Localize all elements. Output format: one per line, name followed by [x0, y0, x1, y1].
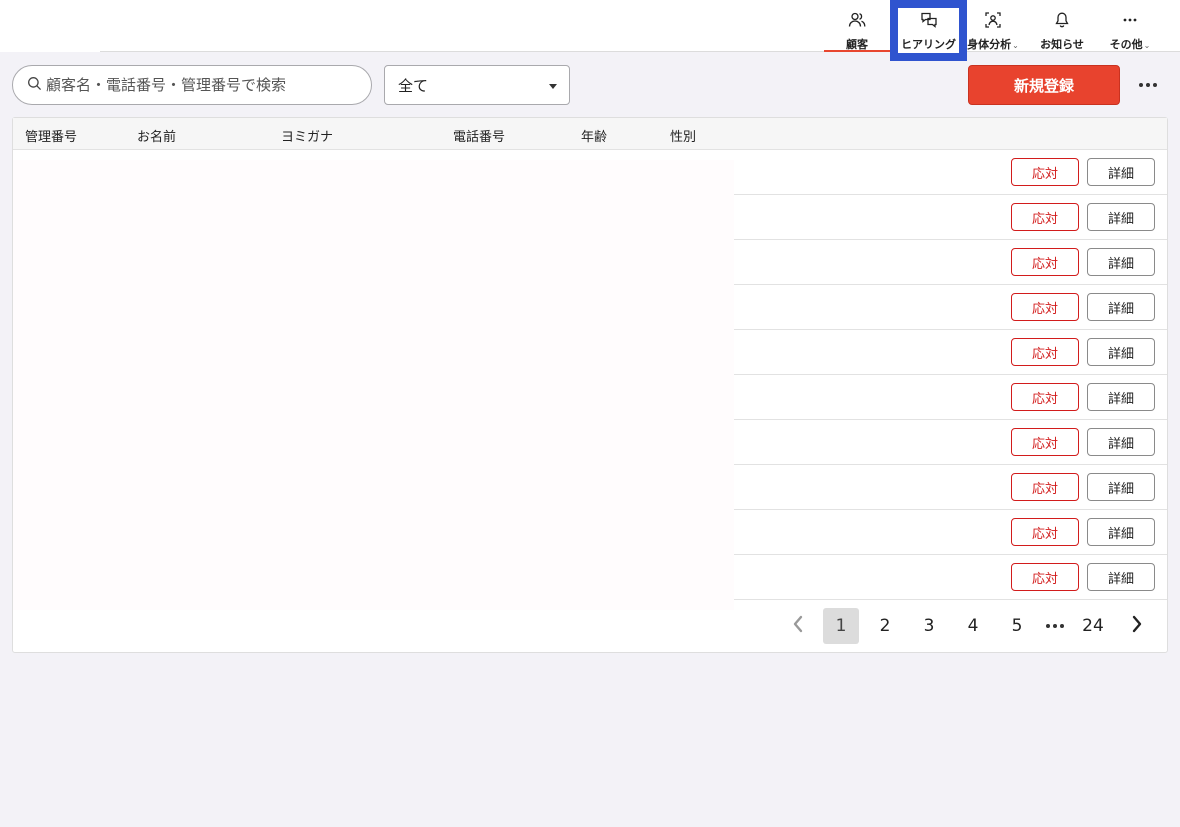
- search-icon: [27, 76, 42, 95]
- dot: [1060, 624, 1064, 628]
- hearing-chat-icon: [919, 10, 939, 34]
- nav-label-more-text: その他: [1109, 38, 1143, 51]
- page-button-5[interactable]: 5: [999, 608, 1035, 644]
- page-button-2[interactable]: 2: [867, 608, 903, 644]
- dot: [1146, 83, 1150, 87]
- respond-button[interactable]: 応対: [1011, 383, 1079, 411]
- chevron-left-icon: [792, 615, 804, 637]
- customer-table: 管理番号 お名前 ヨミガナ 電話番号 年齢 性別 応対 詳細 応対 詳細 応対 …: [12, 117, 1168, 653]
- detail-button[interactable]: 詳細: [1087, 383, 1155, 411]
- page-button-1[interactable]: 1: [823, 608, 859, 644]
- nav-item-body-analysis[interactable]: 身体分析⌄: [966, 0, 1020, 52]
- detail-button[interactable]: 詳細: [1087, 293, 1155, 321]
- column-header-name: お名前: [137, 130, 177, 145]
- nav-item-notices[interactable]: お知らせ: [1032, 0, 1092, 52]
- column-header-kana: ヨミガナ: [281, 130, 334, 145]
- filter-select[interactable]: 全て: [384, 65, 570, 105]
- nav-item-hearing[interactable]: ヒアリング: [890, 0, 967, 61]
- new-registration-button[interactable]: 新規登録: [968, 65, 1120, 105]
- more-options-icon[interactable]: [1136, 74, 1160, 96]
- nav-label-more: その他⌄: [1110, 36, 1151, 52]
- respond-button[interactable]: 応対: [1011, 248, 1079, 276]
- detail-button[interactable]: 詳細: [1087, 158, 1155, 186]
- dropdown-arrow-icon: [549, 84, 557, 89]
- detail-button[interactable]: 詳細: [1087, 338, 1155, 366]
- page-button-last[interactable]: 24: [1075, 608, 1111, 644]
- detail-button[interactable]: 詳細: [1087, 473, 1155, 501]
- page-button-4[interactable]: 4: [955, 608, 991, 644]
- chevron-right-icon: [1131, 615, 1143, 637]
- active-nav-underline: [824, 50, 890, 52]
- respond-button[interactable]: 応対: [1011, 338, 1079, 366]
- column-header-id: 管理番号: [25, 130, 78, 145]
- table-header: 管理番号 お名前 ヨミガナ 電話番号 年齢 性別: [13, 118, 1167, 150]
- column-header-phone: 電話番号: [453, 130, 506, 145]
- dot: [1046, 624, 1050, 628]
- logo-area: [0, 0, 100, 52]
- chevron-down-icon: ⌄: [1012, 41, 1019, 50]
- nav-item-more[interactable]: その他⌄: [1098, 0, 1162, 52]
- respond-button[interactable]: 応対: [1011, 293, 1079, 321]
- respond-button[interactable]: 応対: [1011, 203, 1079, 231]
- previous-page-button[interactable]: [786, 610, 810, 642]
- pagination-ellipsis: [1043, 608, 1067, 644]
- search-input[interactable]: [46, 76, 346, 94]
- respond-button[interactable]: 応対: [1011, 518, 1079, 546]
- top-navigation: 顧客 ヒアリング 身体分析⌄ お知らせ その他⌄: [0, 0, 1180, 61]
- nav-label-body-analysis: 身体分析⌄: [967, 36, 1019, 52]
- detail-button[interactable]: 詳細: [1087, 428, 1155, 456]
- dot: [1139, 83, 1143, 87]
- respond-button[interactable]: 応対: [1011, 158, 1079, 186]
- respond-button[interactable]: 応対: [1011, 563, 1079, 591]
- nav-label-notices: お知らせ: [1040, 38, 1084, 51]
- page-button-3[interactable]: 3: [911, 608, 947, 644]
- column-header-age: 年齢: [581, 130, 608, 145]
- respond-button[interactable]: 応対: [1011, 428, 1079, 456]
- more-dots-icon: [1120, 10, 1140, 34]
- nav-label-body-analysis-text: 身体分析: [967, 38, 1012, 51]
- body-scan-icon: [983, 10, 1003, 34]
- column-header-gender: 性別: [670, 130, 697, 145]
- respond-button[interactable]: 応対: [1011, 473, 1079, 501]
- chevron-down-icon: ⌄: [1143, 41, 1151, 50]
- dot: [1053, 624, 1057, 628]
- redacted-row-content: [13, 160, 734, 610]
- search-box[interactable]: [12, 65, 372, 105]
- nav-item-customers[interactable]: 顧客: [824, 0, 890, 52]
- detail-button[interactable]: 詳細: [1087, 203, 1155, 231]
- next-page-button[interactable]: [1125, 610, 1149, 642]
- detail-button[interactable]: 詳細: [1087, 563, 1155, 591]
- bell-icon: [1052, 10, 1072, 34]
- filter-select-value: 全て: [398, 76, 429, 95]
- customers-icon: [847, 10, 867, 34]
- detail-button[interactable]: 詳細: [1087, 248, 1155, 276]
- dot: [1153, 83, 1157, 87]
- nav-label-hearing: ヒアリング: [901, 38, 956, 51]
- detail-button[interactable]: 詳細: [1087, 518, 1155, 546]
